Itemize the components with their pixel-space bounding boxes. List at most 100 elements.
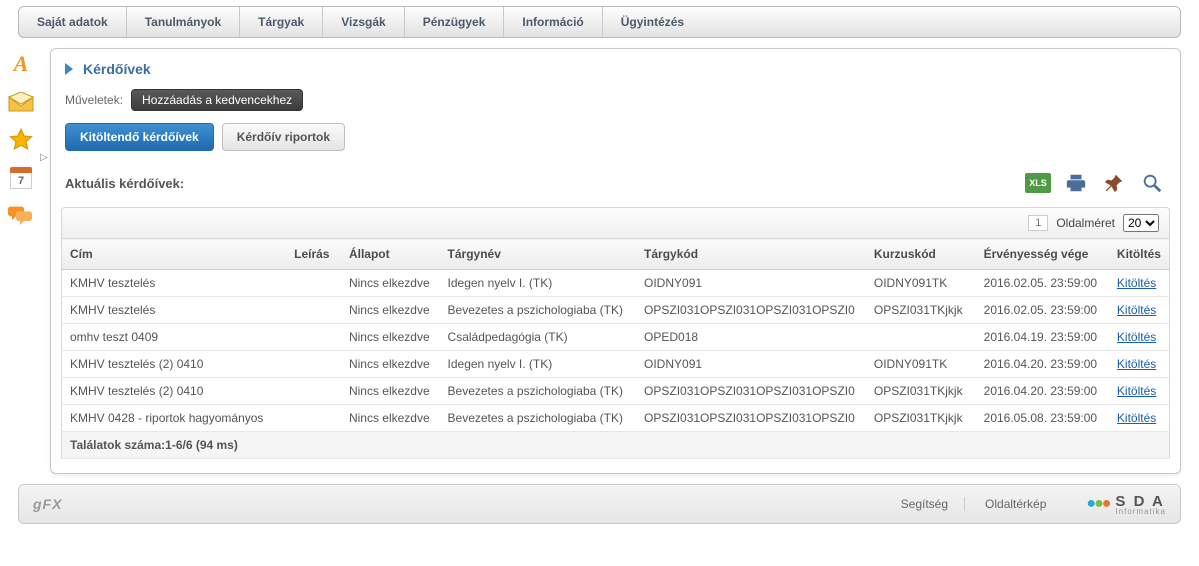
- table-cell: KMHV tesztelés: [62, 297, 287, 324]
- table-row: KMHV tesztelés (2) 0410 Nincs elkezdveBev…: [62, 378, 1170, 405]
- topmenu-item[interactable]: Információ: [504, 7, 602, 37]
- table-cell: [286, 297, 341, 324]
- favorites-icon[interactable]: [6, 126, 36, 154]
- table-cell: Kitöltés: [1109, 405, 1170, 432]
- logo-a-icon[interactable]: A: [6, 50, 36, 78]
- col-subject[interactable]: Tárgynév: [440, 239, 636, 270]
- page-size-label: Oldalméret: [1056, 216, 1115, 230]
- expander-icon[interactable]: ▷: [40, 150, 48, 164]
- table-header-row: Cím Leírás Állapot Tárgynév Tárgykód Kur…: [62, 239, 1170, 270]
- table-cell: OPSZI031TKjkjk: [866, 405, 976, 432]
- topmenu-item[interactable]: Saját adatok: [19, 7, 127, 37]
- topmenu-item[interactable]: Ügyintézés: [603, 7, 702, 37]
- table-cell: KMHV tesztelés (2) 0410: [62, 378, 287, 405]
- table-row: KMHV tesztelés (2) 0410Nincs elkezdveIde…: [62, 351, 1170, 378]
- table-cell: 2016.04.19. 23:59:00: [976, 324, 1109, 351]
- table-cell: 2016.04.20. 23:59:00: [976, 378, 1109, 405]
- fill-link[interactable]: Kitöltés: [1117, 384, 1156, 398]
- calendar-icon[interactable]: 7: [6, 164, 36, 192]
- fill-link[interactable]: Kitöltés: [1117, 303, 1156, 317]
- side-strip: A 7: [2, 50, 40, 230]
- table-cell: [286, 351, 341, 378]
- table-cell: [286, 405, 341, 432]
- table-cell: Kitöltés: [1109, 378, 1170, 405]
- table-cell: [866, 324, 976, 351]
- print-button[interactable]: [1062, 169, 1090, 197]
- add-favorites-button[interactable]: Hozzáadás a kedvencekhez: [131, 89, 303, 111]
- table-cell: Nincs elkezdve: [341, 324, 440, 351]
- tab-pending-questionnaires[interactable]: Kitöltendő kérdőívek: [65, 123, 214, 151]
- fill-link[interactable]: Kitöltés: [1117, 357, 1156, 371]
- topmenu-item[interactable]: Tárgyak: [240, 7, 323, 37]
- section-heading: Aktuális kérdőívek:: [65, 176, 1014, 191]
- gfx-logo: gFX: [33, 496, 62, 512]
- table-row: KMHV tesztelés Nincs elkezdveBevezetes a …: [62, 297, 1170, 324]
- questionnaires-table: Cím Leírás Állapot Tárgynév Tárgykód Kur…: [61, 238, 1170, 459]
- table-cell: Kitöltés: [1109, 324, 1170, 351]
- table-cell: OPSZI031TKjkjk: [866, 378, 976, 405]
- top-menu: Saját adatokTanulmányokTárgyakVizsgákPén…: [18, 6, 1181, 38]
- col-valid[interactable]: Érvényesség vége: [976, 239, 1109, 270]
- table-row: KMHV tesztelésNincs elkezdveIdegen nyelv…: [62, 270, 1170, 297]
- table-cell: Bevezetes a pszichologiaba (TK): [440, 297, 636, 324]
- table-cell: KMHV tesztelés (2) 0410: [62, 351, 287, 378]
- table-cell: OPSZI031OPSZI031OPSZI031OPSZI0: [636, 405, 866, 432]
- pager: 1 Oldalméret 20: [61, 207, 1170, 238]
- table-cell: KMHV 0428 - riportok hagyományos: [62, 405, 287, 432]
- fill-link[interactable]: Kitöltés: [1117, 330, 1156, 344]
- table-cell: OIDNY091TK: [866, 351, 976, 378]
- current-page[interactable]: 1: [1028, 215, 1048, 231]
- footer-sitemap-link[interactable]: Oldaltérkép: [985, 497, 1062, 511]
- table-cell: Nincs elkezdve: [341, 351, 440, 378]
- topmenu-item[interactable]: Vizsgák: [323, 7, 404, 37]
- table-cell: [286, 378, 341, 405]
- chevron-right-icon[interactable]: [65, 63, 73, 75]
- fill-link[interactable]: Kitöltés: [1117, 411, 1156, 425]
- search-button[interactable]: [1138, 169, 1166, 197]
- table-cell: Bevezetes a pszichologiaba (TK): [440, 378, 636, 405]
- table-cell: Nincs elkezdve: [341, 297, 440, 324]
- footer: gFX Segítség Oldaltérkép ●●● S D A Infor…: [18, 484, 1181, 524]
- table-cell: OPSZI031TKjkjk: [866, 297, 976, 324]
- col-title[interactable]: Cím: [62, 239, 287, 270]
- col-status[interactable]: Állapot: [341, 239, 440, 270]
- tabs: Kitöltendő kérdőívek Kérdőív riportok: [61, 121, 1170, 161]
- table-cell: Kitöltés: [1109, 351, 1170, 378]
- table-cell: OPSZI031OPSZI031OPSZI031OPSZI0: [636, 297, 866, 324]
- table-cell: OPED018: [636, 324, 866, 351]
- panel-header: Kérdőívek: [61, 57, 1170, 87]
- table-cell: OIDNY091: [636, 270, 866, 297]
- sda-logo: ●●● S D A Informatika: [1086, 493, 1166, 516]
- table-cell: Nincs elkezdve: [341, 378, 440, 405]
- col-subcode[interactable]: Tárgykód: [636, 239, 866, 270]
- export-xls-button[interactable]: XLS: [1024, 169, 1052, 197]
- table-cell: [286, 270, 341, 297]
- table-cell: OIDNY091TK: [866, 270, 976, 297]
- table-cell: OIDNY091: [636, 351, 866, 378]
- chat-icon[interactable]: [6, 202, 36, 230]
- topmenu-item[interactable]: Tanulmányok: [127, 7, 240, 37]
- table-cell: 2016.02.05. 23:59:00: [976, 270, 1109, 297]
- table-cell: Bevezetes a pszichologiaba (TK): [440, 405, 636, 432]
- topmenu-item[interactable]: Pénzügyek: [405, 7, 505, 37]
- page-size-select[interactable]: 20: [1123, 214, 1159, 232]
- col-course[interactable]: Kurzuskód: [866, 239, 976, 270]
- calendar-day: 7: [10, 173, 32, 189]
- table-cell: 2016.04.20. 23:59:00: [976, 351, 1109, 378]
- table-cell: Kitöltés: [1109, 297, 1170, 324]
- pin-button[interactable]: [1100, 169, 1128, 197]
- table-cell: OPSZI031OPSZI031OPSZI031OPSZI0: [636, 378, 866, 405]
- table-cell: 2016.05.08. 23:59:00: [976, 405, 1109, 432]
- fill-link[interactable]: Kitöltés: [1117, 276, 1156, 290]
- main-panel: Kérdőívek Műveletek: Hozzáadás a kedvenc…: [50, 48, 1181, 474]
- tab-questionnaire-reports[interactable]: Kérdőív riportok: [222, 123, 345, 151]
- col-fill[interactable]: Kitöltés: [1109, 239, 1170, 270]
- operations-label: Műveletek:: [65, 93, 123, 107]
- footer-help-link[interactable]: Segítség: [901, 497, 965, 511]
- table-cell: Kitöltés: [1109, 270, 1170, 297]
- col-desc[interactable]: Leírás: [286, 239, 341, 270]
- section-header: Aktuális kérdőívek: XLS: [61, 161, 1170, 201]
- mail-icon[interactable]: [6, 88, 36, 116]
- table-cell: [286, 324, 341, 351]
- table-row: KMHV 0428 - riportok hagyományosNincs el…: [62, 405, 1170, 432]
